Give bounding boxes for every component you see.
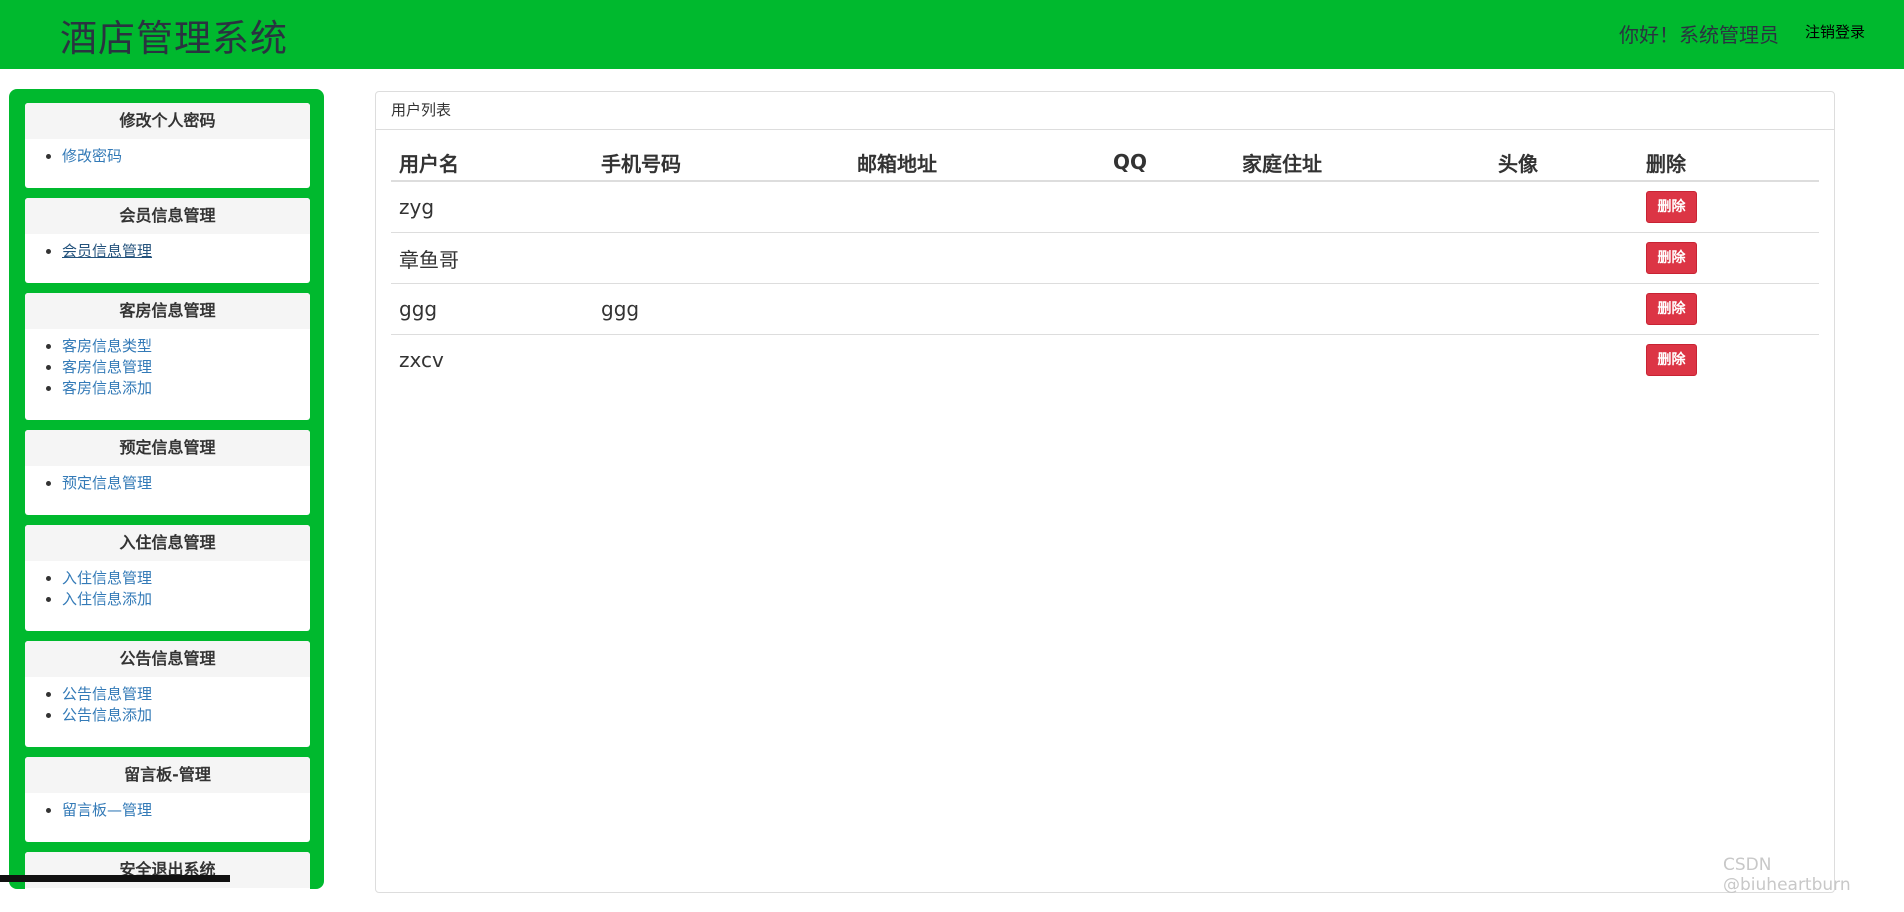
table-row: ggg ggg 删除 [391, 283, 1819, 335]
cell-qq [1105, 232, 1234, 284]
table-row: zyg 删除 [391, 181, 1819, 233]
bottom-strip [0, 875, 230, 882]
cell-action: 删除 [1638, 181, 1819, 233]
cell-email [849, 232, 1105, 284]
sidebar-panel-checkin: 入住信息管理 入住信息管理 入住信息添加 [25, 525, 310, 631]
table-row: zxcv 删除 [391, 335, 1819, 386]
cell-address [1234, 335, 1490, 386]
cell-action: 删除 [1638, 335, 1819, 386]
column-header-qq: QQ [1105, 144, 1234, 182]
cell-qq [1105, 283, 1234, 335]
cell-email [849, 335, 1105, 386]
sidebar-panel-members: 会员信息管理 会员信息管理 [25, 198, 310, 283]
list-item: 入住信息管理 [62, 568, 310, 589]
column-header-avatar: 头像 [1490, 144, 1638, 182]
user-table: 用户名 手机号码 邮箱地址 QQ 家庭住址 头像 删除 zyg 删除 章鱼哥 删… [391, 144, 1819, 385]
list-item: 客房信息添加 [62, 378, 310, 399]
list-item: 入住信息添加 [62, 589, 310, 610]
column-header-email: 邮箱地址 [849, 144, 1105, 182]
table-row: 章鱼哥 删除 [391, 232, 1819, 284]
cell-avatar [1490, 335, 1638, 386]
delete-button[interactable]: 删除 [1646, 242, 1697, 274]
cell-action: 删除 [1638, 232, 1819, 284]
cell-address [1234, 181, 1490, 233]
panel-heading: 会员信息管理 [25, 198, 310, 234]
app-title: 酒店管理系统 [60, 17, 288, 60]
sidebar-link-room-add[interactable]: 客房信息添加 [62, 379, 152, 397]
cell-phone [593, 181, 849, 233]
cell-address [1234, 232, 1490, 284]
sidebar-link-checkin-add[interactable]: 入住信息添加 [62, 590, 152, 608]
watermark: CSDN @biuheartburn [1723, 855, 1851, 895]
cell-phone: ggg [593, 283, 849, 335]
sidebar-panel-password: 修改个人密码 修改密码 [25, 103, 310, 188]
sidebar-link-room-types[interactable]: 客房信息类型 [62, 337, 152, 355]
list-item: 公告信息管理 [62, 684, 310, 705]
delete-button[interactable]: 删除 [1646, 191, 1697, 223]
user-greeting: 你好！系统管理员 [1619, 23, 1779, 47]
panel-heading: 修改个人密码 [25, 103, 310, 139]
list-item: 修改密码 [62, 146, 310, 167]
sidebar-link-announcement-add[interactable]: 公告信息添加 [62, 706, 152, 724]
list-item: 公告信息添加 [62, 705, 310, 726]
sidebar-panel-rooms: 客房信息管理 客房信息类型 客房信息管理 客房信息添加 [25, 293, 310, 420]
sidebar-panel-logout: 安全退出系统 [25, 852, 310, 912]
panel-heading: 公告信息管理 [25, 641, 310, 677]
list-item: 留言板—管理 [62, 800, 310, 821]
sidebar-link-checkin-management[interactable]: 入住信息管理 [62, 569, 152, 587]
column-header-phone: 手机号码 [593, 144, 849, 182]
cell-username: zxcv [399, 348, 444, 372]
cell-phone [593, 232, 849, 284]
list-item: 会员信息管理 [62, 241, 310, 262]
cell-action: 删除 [1638, 283, 1819, 335]
sidebar-panel-reservations: 预定信息管理 预定信息管理 [25, 430, 310, 515]
panel-heading: 预定信息管理 [25, 430, 310, 466]
cell-username: zyg [391, 181, 593, 233]
list-item: 客房信息管理 [62, 357, 310, 378]
sidebar: 修改个人密码 修改密码 会员信息管理 会员信息管理 客房信息管理 客房信息类型 … [9, 89, 324, 912]
sidebar-link-member-management[interactable]: 会员信息管理 [62, 242, 152, 260]
sidebar-link-change-password[interactable]: 修改密码 [62, 147, 122, 165]
panel-heading: 入住信息管理 [25, 525, 310, 561]
sidebar-link-room-management[interactable]: 客房信息管理 [62, 358, 152, 376]
cell-username: ggg [391, 283, 593, 335]
sidebar-panel-announcements: 公告信息管理 公告信息管理 公告信息添加 [25, 641, 310, 747]
cell-email [849, 181, 1105, 233]
panel-heading: 安全退出系统 [25, 852, 310, 888]
table-header-row: 用户名 手机号码 邮箱地址 QQ 家庭住址 头像 删除 [391, 144, 1819, 182]
cell-qq [1105, 181, 1234, 233]
cell-username: 章鱼哥 [391, 232, 593, 284]
delete-button[interactable]: 删除 [1646, 293, 1697, 325]
cell-avatar [1490, 283, 1638, 335]
column-header-address: 家庭住址 [1234, 144, 1490, 182]
cell-address [1234, 283, 1490, 335]
cell-phone [593, 335, 849, 386]
list-item: 预定信息管理 [62, 473, 310, 494]
logout-link[interactable]: 注销登录 [1805, 21, 1865, 42]
panel-title: 用户列表 [376, 92, 1834, 130]
top-navbar: 酒店管理系统 你好！系统管理员 注销登录 [0, 0, 1904, 69]
sidebar-link-messageboard-management[interactable]: 留言板—管理 [62, 801, 152, 819]
sidebar-link-announcement-management[interactable]: 公告信息管理 [62, 685, 152, 703]
panel-heading: 留言板-管理 [25, 757, 310, 793]
panel-heading: 客房信息管理 [25, 293, 310, 329]
cell-avatar [1490, 232, 1638, 284]
list-item: 客房信息类型 [62, 336, 310, 357]
cell-qq [1105, 335, 1234, 386]
user-list-panel: 用户列表 用户名 手机号码 邮箱地址 QQ 家庭住址 头像 删除 zyg 删除 … [375, 91, 1835, 893]
column-header-username: 用户名 [391, 144, 593, 182]
cell-avatar [1490, 181, 1638, 233]
sidebar-link-reservation-management[interactable]: 预定信息管理 [62, 474, 152, 492]
cell-email [849, 283, 1105, 335]
delete-button[interactable]: 删除 [1646, 344, 1697, 376]
column-header-delete: 删除 [1638, 144, 1819, 182]
sidebar-panel-messageboard: 留言板-管理 留言板—管理 [25, 757, 310, 842]
